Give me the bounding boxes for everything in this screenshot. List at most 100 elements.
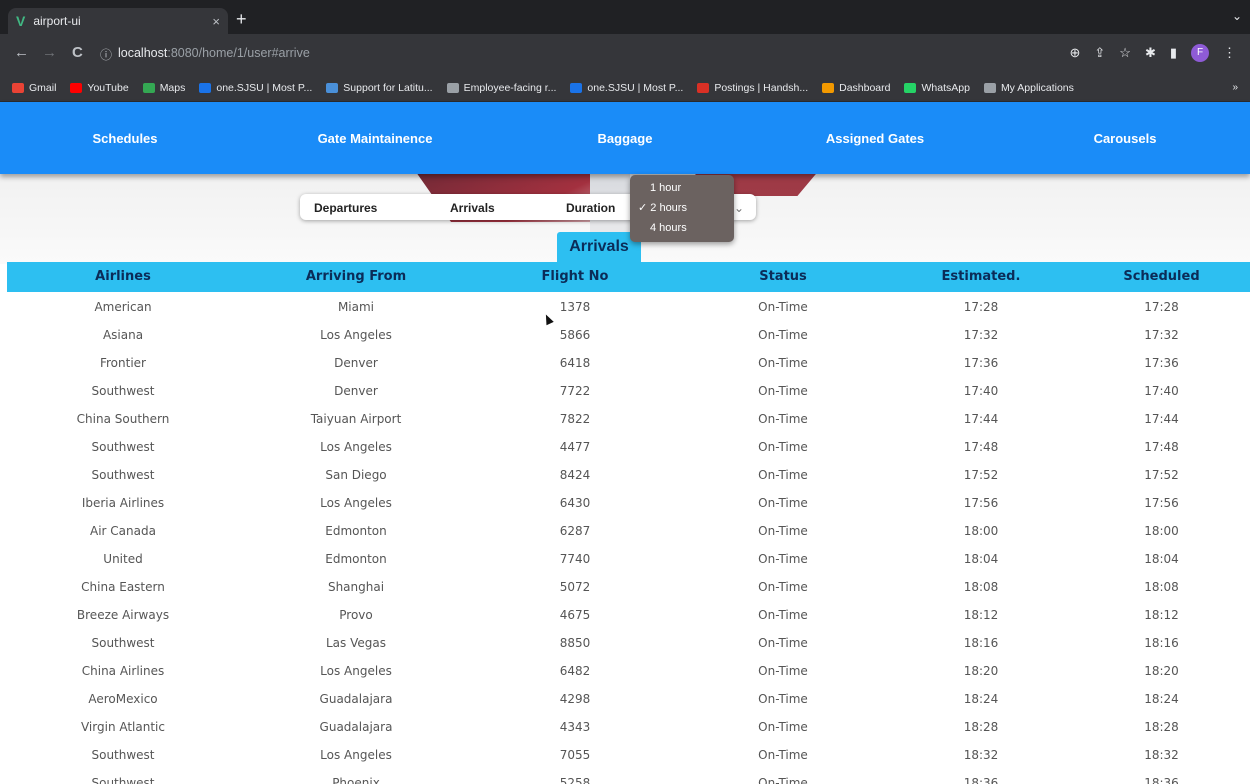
zoom-icon[interactable]: ⊕ (1069, 45, 1080, 61)
cell-estimated: 18:32 (963, 748, 999, 762)
cell-estimated: 17:36 (963, 356, 999, 370)
duration-option-4-hours[interactable]: 4 hours (630, 219, 734, 237)
extensions-icon[interactable]: ✱ (1145, 45, 1156, 61)
cell-arriving-from: Edmonton (325, 552, 387, 566)
toolbar-actions: ⊕ ⇪ ☆ ✱ ▮ F ⋮ (1069, 44, 1236, 62)
profile-avatar[interactable]: F (1191, 44, 1209, 62)
duration-select-chevron-icon[interactable]: ⌄ (734, 201, 744, 215)
bookmark-label: YouTube (87, 81, 129, 94)
cell-airline: Southwest (91, 440, 155, 454)
cell-airline: AeroMexico (88, 692, 158, 706)
cell-arriving-from: Taiyuan Airport (310, 412, 402, 426)
cell-flight-no: 6482 (559, 664, 591, 678)
cell-status: On-Time (758, 328, 808, 342)
bookmark-item[interactable]: WhatsApp (904, 82, 970, 94)
cell-airline: American (94, 300, 152, 314)
url-host: localhost (118, 46, 168, 60)
site-info-icon[interactable]: ⓘ (100, 46, 112, 63)
cell-scheduled: 18:12 (1144, 608, 1179, 622)
nav-gate-maintainence[interactable]: Gate Maintainence (250, 131, 500, 146)
tab-search-icon[interactable]: ⌄ (1232, 9, 1242, 23)
cell-estimated: 17:32 (963, 328, 999, 342)
cell-airline: United (103, 552, 143, 566)
cell-estimated: 18:36 (963, 776, 999, 784)
departures-tab[interactable]: Departures (314, 201, 377, 215)
bookmark-item[interactable]: My Applications (983, 82, 1074, 94)
browser-menu-icon[interactable]: ⋮ (1223, 45, 1236, 61)
cell-arriving-from: Los Angeles (320, 440, 392, 454)
bookmark-label: Support for Latitu... (343, 81, 433, 94)
bookmark-item[interactable]: Postings | Handsh... (697, 82, 808, 94)
cell-estimated: 17:48 (963, 440, 999, 454)
bookmark-item[interactable]: one.SJSU | Most P... (199, 82, 312, 94)
bookmark-favicon-icon (70, 82, 83, 93)
cell-scheduled: 18:04 (1144, 552, 1179, 566)
bookmark-item[interactable]: one.SJSU | Most P... (570, 82, 683, 94)
table-row: Air Canada Edmonton 6287 On-Time 18:00 18:00 (7, 517, 1250, 545)
cell-scheduled: 17:40 (1144, 384, 1179, 398)
cell-airline: Southwest (91, 468, 155, 482)
cell-arriving-from: Las Vegas (326, 636, 386, 650)
cell-flight-no: 1378 (559, 300, 591, 314)
table-row: American Miami 1378 On-Time 17:28 17:28 (7, 293, 1250, 321)
address-bar[interactable]: ⓘ localhost:8080/home/1/user#arrive (100, 40, 980, 68)
cell-scheduled: 18:00 (1144, 524, 1179, 538)
table-row: AeroMexico Guadalajara 4298 On-Time 18:24 18:… (7, 685, 1250, 713)
bookmarks-overflow-icon[interactable]: » (1232, 82, 1238, 93)
nav-baggage[interactable]: Baggage (500, 131, 750, 146)
duration-option-1-hour[interactable]: 1 hour (630, 179, 734, 197)
cell-estimated: 18:12 (963, 608, 999, 622)
nav-assigned-gates[interactable]: Assigned Gates (750, 131, 1000, 146)
cell-arriving-from: Guadalajara (319, 692, 393, 706)
share-icon[interactable]: ⇪ (1094, 45, 1105, 61)
arrivals-tab[interactable]: Arrivals (450, 201, 495, 215)
cell-estimated: 18:28 (963, 720, 999, 734)
cell-flight-no: 4343 (559, 720, 591, 734)
bookmark-item[interactable]: Gmail (12, 82, 56, 94)
cell-airline: Air Canada (90, 524, 156, 538)
browser-tab[interactable]: V airport-ui × (8, 8, 228, 34)
bookmark-item[interactable]: Support for Latitu... (326, 81, 433, 94)
duration-option-2-hours[interactable]: ✓ 2 hours (630, 199, 734, 217)
bookmark-item[interactable]: Maps (142, 81, 186, 94)
cell-airline: Southwest (91, 384, 155, 398)
cell-arriving-from: Los Angeles (320, 748, 392, 762)
column-header-status: Status (759, 269, 807, 284)
table-row: China Southern Taiyuan Airport 7822 On-Time… (7, 405, 1250, 433)
nav-carousels[interactable]: Carousels (1000, 131, 1250, 146)
reload-button[interactable]: C (72, 44, 83, 61)
bookmark-star-icon[interactable]: ☆ (1119, 45, 1131, 61)
url-path: :8080/home/1/user#arrive (167, 46, 310, 60)
cell-status: On-Time (758, 524, 808, 538)
side-panel-icon[interactable]: ▮ (1170, 45, 1177, 61)
nav-schedules[interactable]: Schedules (0, 131, 250, 146)
bookmark-label: Gmail (29, 81, 57, 94)
cell-airline: China Airlines (81, 664, 165, 678)
bookmark-item[interactable]: YouTube (70, 81, 129, 94)
bookmark-item[interactable]: Dashboard (822, 82, 890, 94)
bookmark-item[interactable]: Employee-facing r... (446, 82, 556, 94)
cell-arriving-from: Los Angeles (320, 328, 392, 342)
back-button[interactable]: ← (14, 44, 29, 61)
column-header-estimated: Estimated. (941, 269, 1021, 284)
column-header-flight-no: Flight No (541, 269, 609, 284)
new-tab-button[interactable]: + (236, 9, 247, 30)
bookmark-label: Maps (159, 81, 186, 94)
page-title: Arrivals (557, 232, 641, 262)
close-tab-icon[interactable]: × (212, 14, 220, 29)
cell-airline: Frontier (99, 356, 146, 370)
browser-tab-bar: V airport-ui × + ⌄ (0, 0, 1250, 34)
table-row: Southwest Las Vegas 8850 On-Time 18:16 18:16 (7, 629, 1250, 657)
cell-status: On-Time (758, 748, 808, 762)
cell-scheduled: 17:36 (1144, 356, 1179, 370)
bookmark-favicon-icon (904, 82, 917, 93)
cell-flight-no: 8850 (559, 636, 591, 650)
cell-estimated: 18:04 (963, 552, 999, 566)
bookmark-label: Postings | Handsh... (714, 81, 809, 94)
forward-button[interactable]: → (42, 44, 57, 61)
cell-status: On-Time (758, 608, 808, 622)
cell-arriving-from: Phoenix (332, 776, 380, 784)
cell-scheduled: 17:44 (1144, 412, 1179, 426)
bookmark-favicon-icon (822, 82, 835, 93)
cell-airline: Southwest (91, 776, 155, 784)
